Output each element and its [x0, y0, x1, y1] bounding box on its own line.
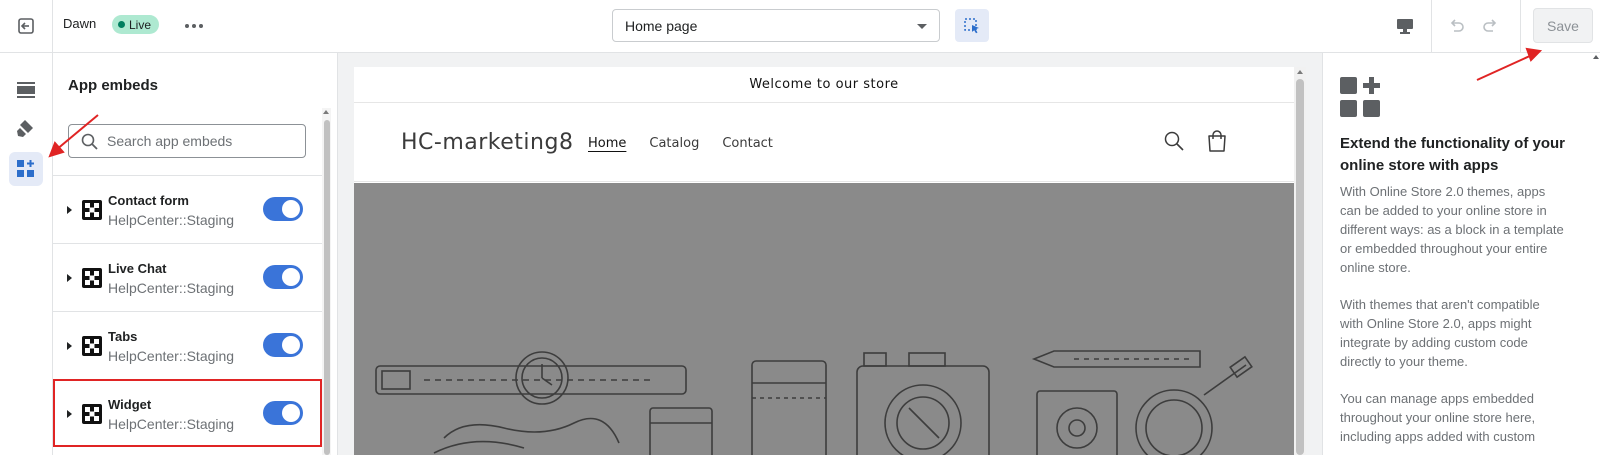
panel-scrollbar-thumb[interactable] — [324, 120, 330, 455]
app-embed-subtitle: HelpCenter::Staging — [108, 280, 235, 296]
app-embed-item[interactable]: Tabs HelpCenter::Staging — [53, 311, 322, 379]
info-panel: Extend the functionality of your online … — [1322, 53, 1600, 455]
rail-theme-settings-button[interactable] — [9, 111, 43, 145]
info-paragraph: With themes that aren't compatible with … — [1340, 297, 1540, 369]
expand-caret-icon[interactable] — [67, 206, 72, 214]
app-embed-list: Contact form HelpCenter::Staging Live Ch… — [53, 175, 322, 447]
app-block-icon — [82, 336, 102, 356]
info-paragraph: You can manage apps embedded throughout … — [1340, 391, 1536, 444]
page-selector[interactable]: Home page — [612, 9, 940, 42]
store-nav: Home Catalog Contact — [588, 136, 773, 151]
app-embed-item[interactable]: Live Chat HelpCenter::Staging — [53, 243, 322, 311]
hero-placeholder-illustration — [375, 350, 1253, 455]
app-embed-subtitle: HelpCenter::Staging — [108, 212, 235, 228]
redo-button[interactable] — [1478, 12, 1504, 40]
app-embed-toggle[interactable] — [263, 401, 303, 425]
app-embed-subtitle: HelpCenter::Staging — [108, 348, 235, 364]
store-search-icon[interactable] — [1164, 131, 1184, 151]
announcement-bar: Welcome to our store — [354, 67, 1294, 103]
editor-sidebar-rail — [0, 53, 53, 455]
search-field[interactable] — [68, 124, 306, 158]
app-embed-toggle[interactable] — [263, 197, 303, 221]
redo-icon — [1483, 19, 1497, 32]
expand-caret-icon[interactable] — [67, 274, 72, 282]
dot-icon — [192, 24, 196, 28]
device-preview-button[interactable] — [1390, 12, 1420, 40]
theme-settings-brush-icon — [17, 120, 33, 137]
desktop-icon — [1397, 19, 1413, 34]
hero-banner — [354, 183, 1294, 455]
app-block-icon — [82, 268, 102, 288]
app-embed-item[interactable]: Contact form HelpCenter::Staging — [53, 175, 322, 243]
sections-icon — [17, 82, 35, 98]
save-button[interactable]: Save — [1533, 8, 1593, 43]
dot-icon — [185, 24, 189, 28]
page-selector-value: Home page — [625, 17, 698, 34]
info-paragraph: With Online Store 2.0 themes, apps can b… — [1340, 184, 1564, 275]
app-embed-title: Live Chat — [108, 261, 167, 276]
cart-icon[interactable] — [1206, 129, 1228, 153]
info-title: Extend the functionality of your online … — [1340, 135, 1566, 174]
app-embeds-large-icon — [1340, 77, 1380, 117]
store-preview-frame[interactable]: Welcome to our store HC-marketing8 Home … — [354, 67, 1306, 455]
app-embed-subtitle: HelpCenter::Staging — [108, 416, 235, 432]
select-cursor-icon — [964, 17, 979, 33]
divider — [1520, 0, 1521, 52]
undo-button[interactable] — [1443, 12, 1469, 40]
dot-icon — [199, 24, 203, 28]
more-actions-button[interactable] — [180, 14, 208, 38]
nav-link-home[interactable]: Home — [588, 136, 626, 151]
store-logo[interactable]: HC-marketing8 — [401, 130, 573, 155]
app-embed-title: Tabs — [108, 329, 138, 344]
app-block-icon — [82, 404, 102, 424]
theme-name: Dawn — [63, 16, 97, 31]
nav-link-catalog[interactable]: Catalog — [649, 136, 699, 151]
inspector-toggle-button[interactable] — [955, 9, 989, 42]
search-icon — [81, 133, 98, 150]
panel-title: App embeds — [68, 77, 159, 94]
live-status-badge: Live — [112, 15, 160, 34]
info-body: With Online Store 2.0 themes, apps can b… — [1340, 182, 1565, 464]
scroll-up-arrow-icon[interactable] — [323, 110, 329, 114]
undo-icon — [1450, 19, 1464, 32]
live-badge-label: Live — [129, 17, 152, 32]
rail-app-embeds-button[interactable] — [9, 152, 43, 186]
exit-editor-button[interactable] — [0, 0, 53, 52]
app-embed-toggle[interactable] — [263, 265, 303, 289]
rail-sections-button[interactable] — [9, 73, 43, 107]
app-embeds-icon — [17, 160, 34, 177]
app-embed-toggle[interactable] — [263, 333, 303, 357]
top-bar: Dawn Live Home page Save — [0, 0, 1600, 53]
expand-caret-icon[interactable] — [67, 410, 72, 418]
nav-link-contact[interactable]: Contact — [722, 136, 773, 151]
app-embed-title: Widget — [108, 397, 152, 412]
live-dot-icon — [118, 21, 125, 28]
caret-down-icon — [917, 24, 927, 29]
scroll-up-arrow-icon[interactable] — [1593, 55, 1599, 59]
exit-icon — [18, 18, 34, 34]
search-input[interactable] — [107, 133, 287, 149]
store-header: HC-marketing8 Home Catalog Contact — [354, 103, 1294, 182]
scroll-up-arrow-icon[interactable] — [1297, 70, 1303, 74]
expand-caret-icon[interactable] — [67, 342, 72, 350]
divider — [1431, 0, 1432, 52]
app-block-icon — [82, 200, 102, 220]
app-embeds-panel: App embeds Contact form HelpCenter::Stag… — [53, 53, 338, 455]
preview-scrollbar-thumb[interactable] — [1296, 79, 1304, 455]
app-embed-title: Contact form — [108, 193, 189, 208]
app-embed-item-highlighted[interactable]: Widget HelpCenter::Staging — [53, 379, 322, 447]
